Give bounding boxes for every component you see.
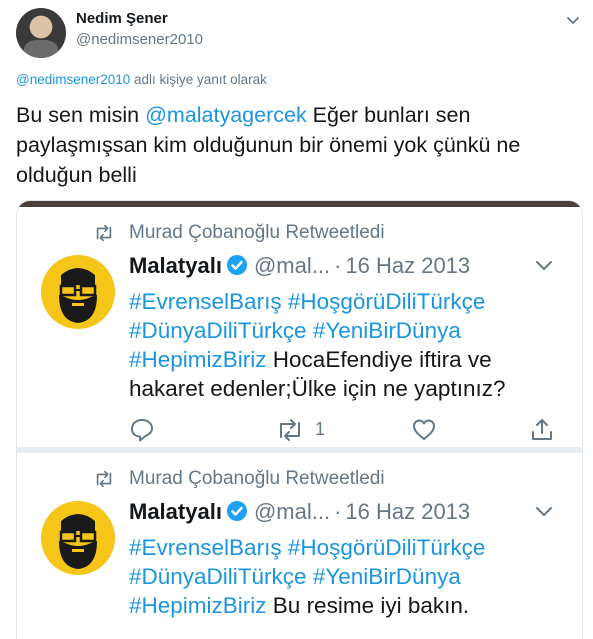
embedded-avatar (41, 501, 115, 575)
embedded-author-name[interactable]: Malatyalı (129, 499, 222, 524)
chevron-down-icon[interactable] (534, 259, 554, 273)
bearded-face-icon (59, 514, 97, 569)
hashtag-link[interactable]: #DünyaDiliTürkçe (129, 318, 307, 343)
verified-badge-icon (226, 501, 247, 521)
author-handle[interactable]: @nedimsener2010 (76, 31, 203, 48)
embedded-author-handle[interactable]: @mal... (254, 253, 330, 278)
reply-icon (131, 419, 153, 442)
retweeted-by-label: Murad Çobanoğlu Retweetledi (129, 468, 385, 489)
action-bar: 1 (129, 417, 559, 443)
reply-suffix: adlı kişiye yanıt olarak (130, 72, 267, 87)
verified-badge-icon (226, 255, 247, 275)
share-button[interactable] (529, 417, 555, 443)
embedded-tweet-text: #EvrenselBarış #HoşgörüDiliTürkçe #Dünya… (129, 533, 569, 620)
retweet-icon (96, 470, 112, 488)
separator-dot: · (334, 253, 342, 278)
reply-button[interactable] (129, 417, 155, 443)
like-button[interactable] (411, 417, 437, 443)
separator-dot: · (334, 499, 342, 524)
embedded-text: Bu resime iyi bakın. (272, 593, 470, 618)
embedded-tweet-text: #EvrenselBarış #HoşgörüDiliTürkçe #Dünya… (129, 287, 569, 403)
tweet-header: Nedim Şener @nedimsener2010 (16, 8, 581, 58)
heart-icon (413, 419, 435, 440)
hashtag-link[interactable]: #DünyaDiliTürkçe (129, 564, 307, 589)
embedded-header: Malatyalı @mal... · 16 Haz 2013 (129, 499, 470, 529)
bearded-face-icon (59, 268, 97, 323)
tweet-text: Bu sen misin @malatyagercek Eğer bunları… (16, 100, 576, 190)
retweet-button[interactable]: 1 (275, 417, 345, 443)
reply-context: @nedimsener2010 adlı kişiye yanıt olarak (16, 72, 267, 87)
hashtag-link[interactable]: #YeniBirDünya (313, 564, 461, 589)
hashtag-link[interactable]: #EvrenselBarış (129, 535, 282, 560)
share-icon (532, 419, 552, 440)
author-avatar[interactable] (16, 8, 66, 58)
chevron-down-icon[interactable] (565, 12, 581, 28)
retweet-count: 1 (315, 419, 326, 439)
mention-link[interactable]: @malatyagercek (145, 103, 307, 127)
chevron-down-icon[interactable] (534, 505, 554, 519)
retweet-icon (280, 419, 300, 441)
reply-mention-link[interactable]: @nedimsener2010 (16, 72, 130, 87)
embedded-date[interactable]: 16 Haz 2013 (345, 499, 470, 524)
embedded-avatar (41, 255, 115, 329)
retweet-icon (96, 224, 112, 242)
embedded-tweet: Murad Çobanoğlu Retweetledi Malatyalı @ma… (17, 453, 582, 639)
embedded-header: Malatyalı @mal... · 16 Haz 2013 (129, 253, 470, 283)
attached-image[interactable]: Murad Çobanoğlu Retweetledi Malatyalı @ma… (16, 200, 583, 639)
hashtag-link[interactable]: #HepimizBiriz (129, 347, 267, 372)
embedded-author-handle[interactable]: @mal... (254, 499, 330, 524)
hashtag-link[interactable]: #HoşgörüDiliTürkçe (288, 535, 486, 560)
author-name[interactable]: Nedim Şener (76, 10, 168, 27)
hashtag-link[interactable]: #EvrenselBarış (129, 289, 282, 314)
tweet-text-part: Bu sen misin (16, 103, 146, 127)
hashtag-link[interactable]: #HoşgörüDiliTürkçe (288, 289, 486, 314)
retweeted-by-label: Murad Çobanoğlu Retweetledi (129, 222, 385, 243)
embedded-date[interactable]: 16 Haz 2013 (345, 253, 470, 278)
embedded-tweet: Murad Çobanoğlu Retweetledi Malatyalı @ma… (17, 207, 582, 447)
hashtag-link[interactable]: #YeniBirDünya (313, 318, 461, 343)
hashtag-link[interactable]: #HepimizBiriz (129, 593, 267, 618)
embedded-author-name[interactable]: Malatyalı (129, 253, 222, 278)
